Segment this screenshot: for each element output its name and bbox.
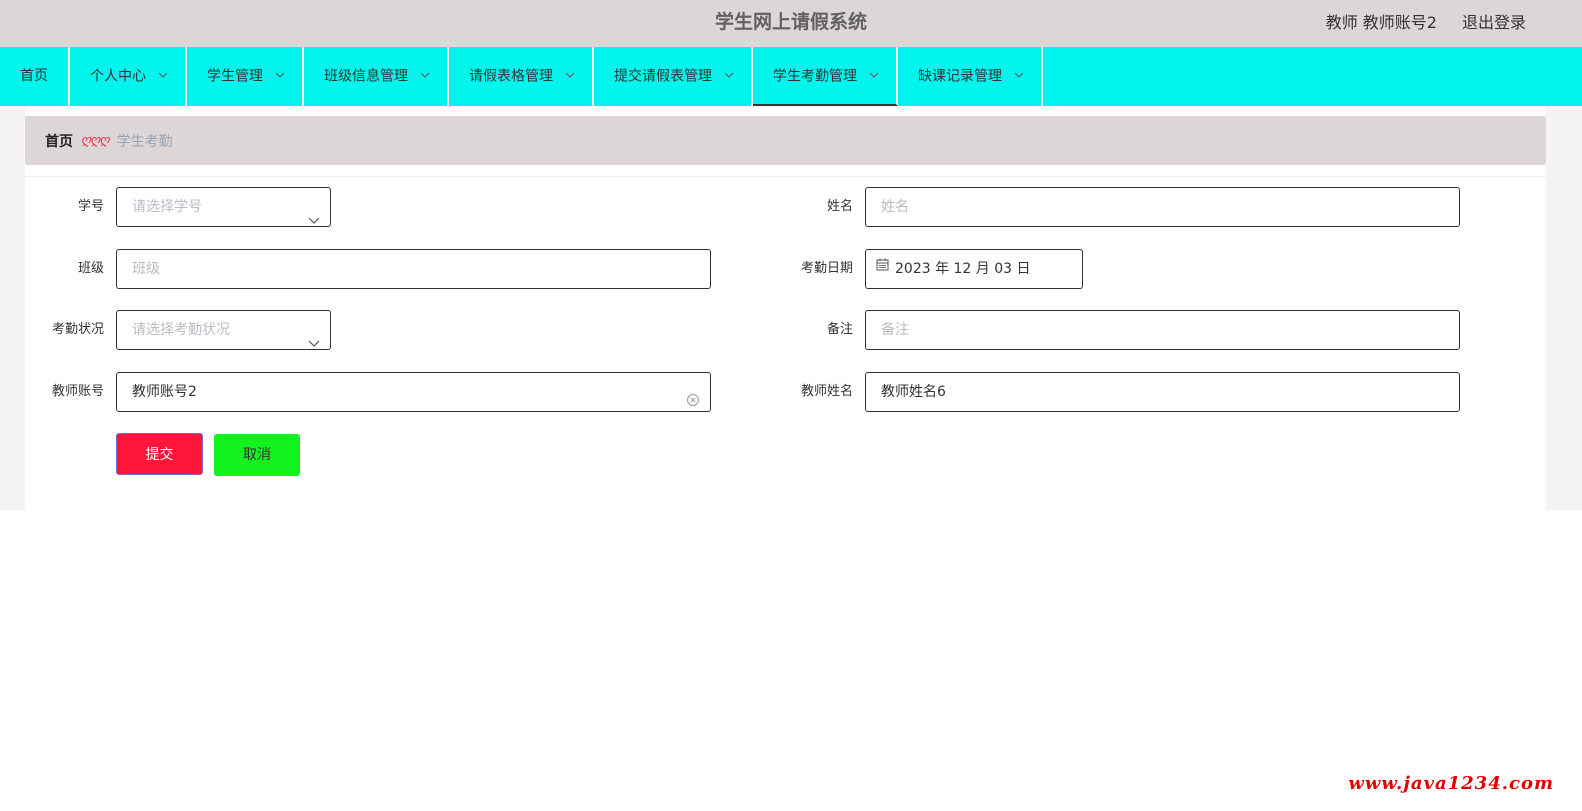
nav-item-label: 提交请假表管理 [614,68,712,85]
student-id-placeholder: 请选择学号 [132,199,202,215]
nav-item-leave-forms[interactable]: 请假表格管理 [449,47,594,106]
chevron-down-icon [420,45,430,104]
nav-item-class-info[interactable]: 班级信息管理 [304,47,449,106]
name-input[interactable]: 姓名 [865,187,1460,227]
nav-item-submitted-leave[interactable]: 提交请假表管理 [594,47,753,106]
remark-input[interactable]: 备注 [865,310,1460,350]
chevron-down-icon [565,45,575,104]
nav-item-label: 班级信息管理 [324,68,408,85]
chevron-down-icon [869,45,879,104]
chevron-down-icon [724,45,734,104]
nav-item-label: 学生管理 [207,68,263,85]
breadcrumb-home[interactable]: 首页 [45,131,73,151]
name-placeholder: 姓名 [881,199,909,215]
chevron-down-icon [1014,45,1024,104]
nav-item-personal-center[interactable]: 个人中心 [70,47,187,106]
logout-link[interactable]: 退出登录 [1462,0,1526,45]
remark-placeholder: 备注 [881,322,909,338]
clear-icon[interactable] [686,384,700,422]
attendance-date-label: 考勤日期 [800,261,853,276]
chevron-down-icon [158,45,168,104]
nav-item-label: 请假表格管理 [469,68,553,85]
class-input[interactable]: 班级 [116,249,711,289]
attendance-date-value: 2023 年 12 月 03 日 [895,261,1031,277]
student-id-label: 学号 [77,199,104,214]
nav-item-home[interactable]: 首页 [0,47,70,106]
teacher-name-label: 教师姓名 [800,384,853,399]
nav-item-student-management[interactable]: 学生管理 [187,47,304,106]
nav-item-label: 个人中心 [90,68,146,85]
attendance-status-placeholder: 请选择考勤状况 [132,322,230,338]
teacher-account-value: 教师账号2 [132,384,197,400]
top-header: 学生网上请假系统 教师 教师账号2 退出登录 [0,0,1582,47]
submit-button[interactable]: 提交 [116,433,203,475]
nav-item-label: 缺课记录管理 [918,68,1002,85]
page-background-right [1546,106,1582,510]
watermark: www.java1234.com [1348,773,1554,794]
chevron-down-icon [308,324,320,362]
attendance-status-label: 考勤状况 [51,322,104,337]
breadcrumb: 首页 ღღღ 学生考勤 [25,116,1546,165]
teacher-name-value: 教师姓名6 [881,384,946,400]
calendar-icon [876,248,889,286]
teacher-account-input[interactable]: 教师账号2 [116,372,711,412]
class-label: 班级 [77,261,104,276]
nav-item-label: 学生考勤管理 [773,68,857,85]
nav-item-absence-records[interactable]: 缺课记录管理 [898,47,1043,106]
current-user: 教师 教师账号2 [1325,13,1437,32]
nav-item-attendance[interactable]: 学生考勤管理 [753,47,898,106]
main-nav: 首页 个人中心 学生管理 班级信息管理 请假表格管理 提交请假表管理 学生考勤管… [0,47,1582,106]
breadcrumb-current: 学生考勤 [116,133,173,150]
student-id-select[interactable]: 请选择学号 [116,187,331,227]
teacher-account-label: 教师账号 [51,384,104,399]
class-placeholder: 班级 [132,261,160,277]
page-background-left [0,106,25,510]
chevron-down-icon [308,201,320,239]
remark-label: 备注 [826,322,853,337]
nav-item-label: 首页 [20,68,48,84]
chevron-down-icon [275,45,285,104]
teacher-name-input[interactable]: 教师姓名6 [865,372,1460,412]
breadcrumb-separator: ღღღ [81,133,110,148]
attendance-status-select[interactable]: 请选择考勤状况 [116,310,331,350]
cancel-button[interactable]: 取消 [214,434,300,476]
attendance-date-picker[interactable]: 2023 年 12 月 03 日 [865,249,1083,289]
name-label: 姓名 [826,199,853,214]
